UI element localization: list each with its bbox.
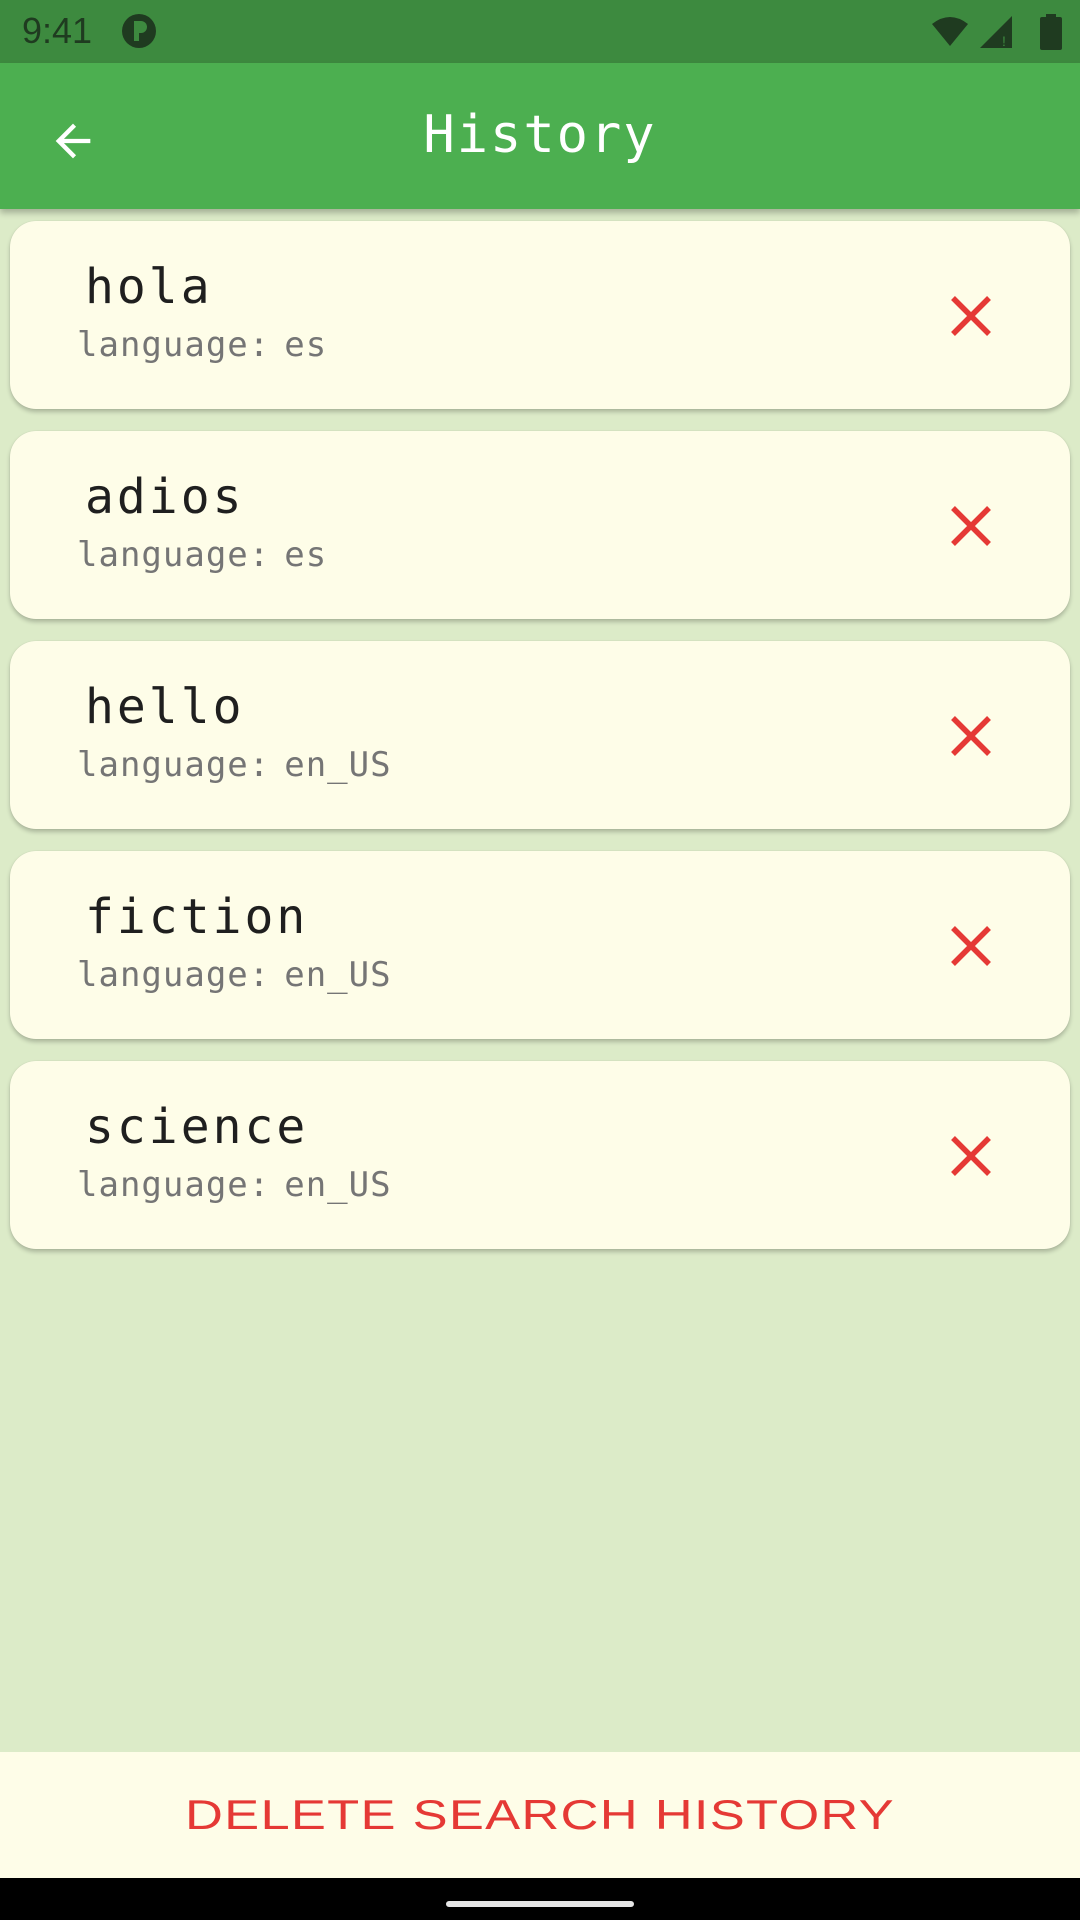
delete-item-button[interactable]: [940, 495, 1002, 557]
language-label: language:: [77, 955, 271, 995]
history-item-language: language: en_US: [77, 745, 392, 785]
language-label: language:: [77, 745, 271, 785]
svg-text:!: !: [1002, 33, 1006, 49]
delete-item-button[interactable]: [940, 705, 1002, 767]
close-icon: [951, 296, 991, 336]
history-item-language: language: en_US: [77, 1165, 392, 1205]
delete-search-history-button[interactable]: DELETE SEARCH HISTORY: [0, 1752, 1080, 1878]
history-list: hola language: es adios language: es hello…: [10, 221, 1070, 1271]
delete-item-button[interactable]: [940, 915, 1002, 977]
delete-item-button[interactable]: [940, 285, 1002, 347]
close-icon: [951, 926, 991, 966]
status-bar: 9:41 !: [0, 0, 1080, 63]
history-item-word: hello: [85, 679, 245, 735]
history-item-language: language: en_US: [77, 955, 392, 995]
language-value: en_US: [284, 745, 392, 785]
history-item[interactable]: science language: en_US: [10, 1061, 1070, 1249]
app-bar: History: [0, 63, 1080, 209]
close-icon: [951, 506, 991, 546]
wifi-icon: [932, 17, 968, 46]
history-item-language: language: es: [77, 535, 327, 575]
history-item[interactable]: adios language: es: [10, 431, 1070, 619]
home-indicator[interactable]: [446, 1901, 634, 1907]
navigation-bar: [0, 1878, 1080, 1920]
language-value: en_US: [284, 955, 392, 995]
history-item-word: adios: [85, 469, 245, 525]
language-label: language:: [77, 325, 271, 365]
language-label: language:: [77, 1165, 271, 1205]
close-icon: [951, 716, 991, 756]
history-item-word: hola: [85, 259, 213, 315]
close-icon: [951, 1136, 991, 1176]
history-item-word: science: [85, 1099, 309, 1155]
language-label: language:: [77, 535, 271, 575]
app-notification-icon: [122, 14, 156, 48]
language-value: es: [284, 325, 328, 365]
page-title: History: [423, 105, 657, 165]
language-value: es: [284, 535, 328, 575]
history-item[interactable]: hello language: en_US: [10, 641, 1070, 829]
history-item[interactable]: fiction language: en_US: [10, 851, 1070, 1039]
history-item-language: language: es: [77, 325, 327, 365]
history-item-word: fiction: [85, 889, 309, 945]
status-time: 9:41: [22, 10, 93, 51]
delete-search-history-label: DELETE SEARCH HISTORY: [185, 1791, 895, 1838]
history-item[interactable]: hola language: es: [10, 221, 1070, 409]
battery-icon: [1040, 14, 1062, 50]
language-value: en_US: [284, 1165, 392, 1205]
cellular-signal-icon: !: [980, 16, 1012, 49]
delete-item-button[interactable]: [940, 1125, 1002, 1187]
